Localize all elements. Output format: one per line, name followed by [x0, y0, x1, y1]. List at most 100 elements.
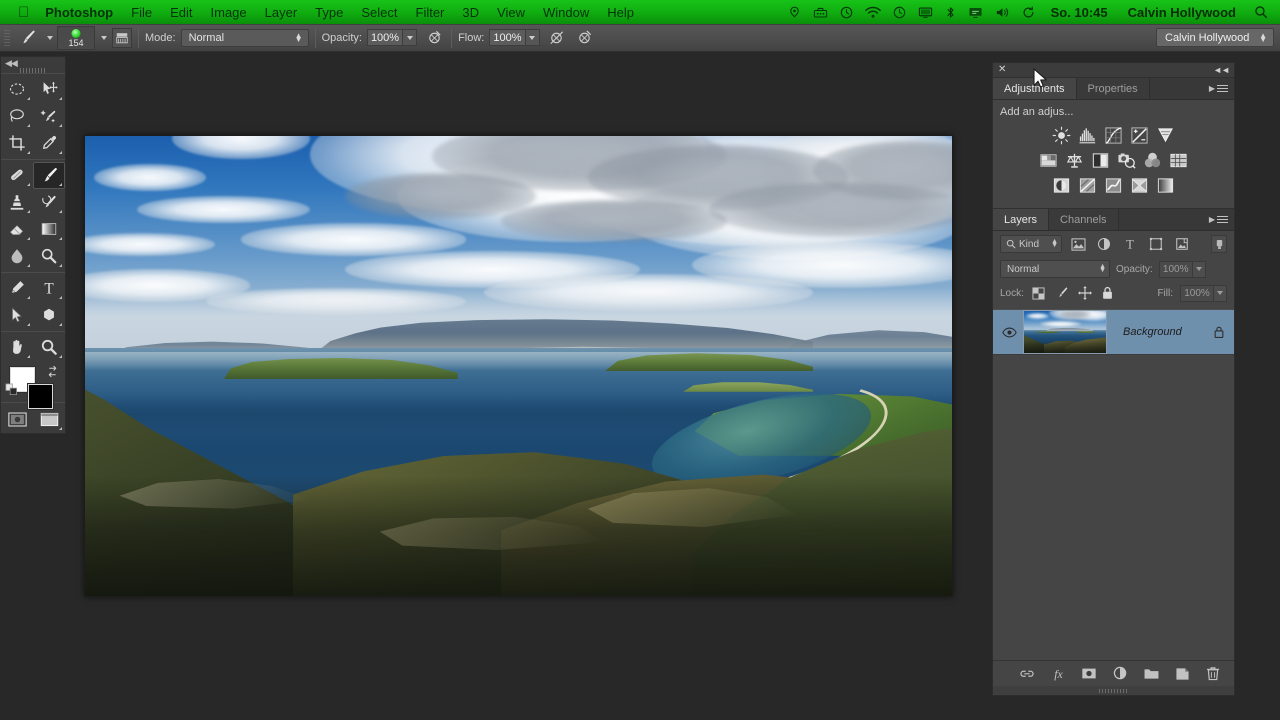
menubar-clock[interactable]: So. 10:45 — [1041, 5, 1118, 20]
filter-pixel-icon[interactable] — [1068, 234, 1088, 254]
filter-toggle-icon[interactable] — [1211, 235, 1227, 253]
timemachine-icon[interactable] — [887, 6, 912, 19]
layers-panel-menu-icon[interactable]: ▶ — [1209, 209, 1234, 230]
opacity-chevron-icon[interactable] — [403, 29, 418, 46]
clock-icon[interactable] — [834, 6, 859, 19]
tools-panel-grip[interactable] — [20, 68, 46, 73]
layer-blend-mode-select[interactable]: Normal ▲ ▼ — [1000, 260, 1110, 278]
hue-saturation-icon[interactable] — [1039, 150, 1059, 170]
type-tool[interactable]: T — [33, 275, 65, 302]
tablet-pressure-opacity-icon[interactable] — [423, 27, 445, 49]
options-bar-grip[interactable] — [2, 27, 12, 48]
new-layer-icon[interactable] — [1173, 665, 1191, 683]
link-layers-icon[interactable] — [1018, 665, 1036, 683]
layer-name[interactable]: Background — [1107, 326, 1204, 338]
selective-color-icon[interactable] — [1130, 175, 1150, 195]
delete-layer-icon[interactable] — [1204, 665, 1222, 683]
layer-fill-chevron-icon[interactable] — [1214, 284, 1227, 302]
invert-icon[interactable] — [1052, 175, 1072, 195]
lock-all-icon[interactable] — [1100, 285, 1116, 301]
lock-icon[interactable] — [1204, 325, 1234, 339]
screensharing-icon[interactable] — [962, 6, 989, 19]
screen-mode-icon[interactable] — [33, 406, 65, 433]
collapse-panels-icon[interactable]: ◄◄ — [1213, 65, 1230, 75]
quick-mask-icon[interactable] — [1, 406, 33, 433]
menu-item-select[interactable]: Select — [352, 5, 406, 20]
tools-panel-header[interactable]: ◀◀ — [1, 57, 65, 73]
shape-tool[interactable] — [33, 302, 65, 329]
zoom-tool[interactable] — [33, 334, 65, 361]
menu-item-photoshop[interactable]: Photoshop — [41, 5, 122, 20]
airbrush-icon[interactable] — [546, 27, 568, 49]
tab-channels[interactable]: Channels — [1049, 209, 1119, 230]
lock-transparency-icon[interactable] — [1031, 285, 1047, 301]
brush-size-preview[interactable]: 154 — [57, 25, 95, 50]
filter-adjustment-icon[interactable] — [1094, 234, 1114, 254]
menu-item-file[interactable]: File — [122, 5, 161, 20]
menu-item-layer[interactable]: Layer — [256, 5, 307, 20]
filter-smartobject-icon[interactable] — [1172, 234, 1192, 254]
vibrance-icon[interactable] — [1156, 125, 1176, 145]
tab-layers[interactable]: Layers — [993, 209, 1050, 230]
swap-colors-icon[interactable] — [46, 365, 59, 383]
curves-icon[interactable] — [1104, 125, 1124, 145]
background-color-swatch[interactable] — [28, 383, 53, 409]
layer-styles-fx-icon[interactable]: fx — [1049, 665, 1067, 683]
brush-panel-icon[interactable] — [112, 27, 132, 48]
search-icon[interactable] — [1246, 5, 1272, 19]
layer-list[interactable]: Background — [993, 305, 1234, 660]
collapse-tools-icon[interactable]: ◀◀ — [1, 57, 18, 69]
healing-brush-tool[interactable] — [1, 162, 33, 189]
add-mask-icon[interactable] — [1080, 665, 1098, 683]
gradient-map-icon[interactable] — [1156, 175, 1176, 195]
lasso-tool[interactable] — [1, 103, 33, 130]
menu-item-edit[interactable]: Edit — [161, 5, 201, 20]
menu-item-help[interactable]: Help — [598, 5, 643, 20]
black-and-white-icon[interactable] — [1091, 150, 1111, 170]
bluetooth-icon[interactable] — [939, 6, 962, 19]
dock-title-bar[interactable]: ✕ ◄◄ — [993, 63, 1234, 77]
lock-image-icon[interactable] — [1054, 285, 1070, 301]
adjustments-panel-menu-icon[interactable]: ▶ — [1209, 78, 1234, 99]
menu-item-window[interactable]: Window — [534, 5, 598, 20]
color-balance-icon[interactable] — [1065, 150, 1085, 170]
pen-tool[interactable] — [1, 275, 33, 302]
toolbox-icon[interactable] — [807, 6, 834, 19]
filter-type-icon[interactable]: T — [1120, 234, 1140, 254]
levels-icon[interactable] — [1078, 125, 1098, 145]
menu-item-image[interactable]: Image — [202, 5, 256, 20]
brush-tool[interactable] — [33, 161, 65, 189]
display-icon[interactable] — [912, 6, 939, 19]
layer-fill-value[interactable]: 100% — [1180, 284, 1214, 302]
tab-properties[interactable]: Properties — [1076, 78, 1150, 99]
brush-size-chevron-icon[interactable] — [101, 35, 107, 40]
color-lookup-icon[interactable] — [1169, 150, 1189, 170]
sync-icon[interactable] — [1016, 5, 1041, 19]
quick-selection-tool[interactable] — [33, 103, 65, 130]
blend-mode-select[interactable]: Normal ▲ ▼ — [180, 28, 309, 47]
menubar-user-name[interactable]: Calvin Hollywood — [1118, 5, 1246, 20]
menu-item-3d[interactable]: 3D — [453, 5, 488, 20]
channel-mixer-icon[interactable] — [1143, 150, 1163, 170]
default-colors-icon[interactable] — [5, 383, 18, 401]
close-icon[interactable]: ✕ — [998, 65, 1006, 75]
flow-chevron-icon[interactable] — [525, 29, 540, 46]
history-brush-tool[interactable] — [33, 189, 65, 216]
workspace-select[interactable]: Calvin Hollywood ▲ ▼ — [1156, 28, 1274, 47]
document-canvas[interactable] — [84, 135, 953, 597]
lock-position-icon[interactable] — [1077, 285, 1093, 301]
filter-shape-icon[interactable] — [1146, 234, 1166, 254]
layer-opacity-chevron-icon[interactable] — [1192, 260, 1206, 278]
volume-icon[interactable] — [989, 6, 1016, 19]
layer-opacity-value[interactable]: 100% — [1158, 260, 1193, 278]
eye-icon[interactable] — [995, 327, 1023, 338]
path-selection-tool[interactable] — [1, 302, 33, 329]
table-row[interactable]: Background — [993, 309, 1234, 355]
posterize-icon[interactable] — [1078, 175, 1098, 195]
layer-filter-kind-select[interactable]: Kind ▲ ▼ — [1000, 235, 1062, 253]
hand-tool[interactable] — [1, 334, 33, 361]
eraser-tool[interactable] — [1, 216, 33, 243]
layer-thumbnail[interactable] — [1023, 310, 1107, 354]
brightness-contrast-icon[interactable] — [1052, 125, 1072, 145]
brush-preset-chevron-icon[interactable] — [47, 35, 53, 40]
